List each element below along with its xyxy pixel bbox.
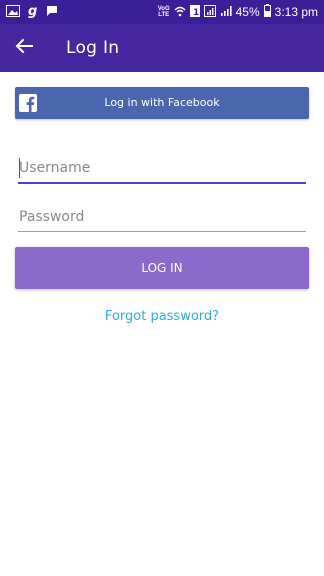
- password-field-container: [18, 204, 306, 232]
- status-time: 3:13 pm: [274, 5, 318, 19]
- message-notification-icon: [46, 5, 58, 20]
- page-title: Log In: [66, 38, 120, 58]
- username-field-container: [18, 155, 306, 184]
- password-underline: [18, 231, 306, 232]
- status-bar: g VoG LTE 1 45% 3:13 pm: [0, 0, 324, 24]
- forgot-password-link[interactable]: Forgot password?: [0, 309, 324, 324]
- username-input[interactable]: [18, 155, 306, 181]
- battery-icon: [263, 4, 271, 20]
- volte-bottom-label: LTE: [158, 12, 170, 18]
- password-input[interactable]: [18, 204, 306, 230]
- gallery-notification-icon: [6, 4, 20, 20]
- text-cursor: [19, 158, 20, 178]
- status-left-icons: g: [6, 3, 58, 21]
- signal-box-icon: [203, 4, 216, 20]
- svg-text:g: g: [28, 4, 37, 18]
- back-button[interactable]: [10, 34, 38, 62]
- sim-one-icon: 1: [189, 4, 200, 20]
- battery-percent: 45%: [235, 5, 260, 19]
- svg-text:1: 1: [193, 8, 199, 17]
- signal-strength-icon: [220, 5, 232, 20]
- volte-indicator: VoG LTE: [158, 6, 170, 18]
- arrow-back-icon: [15, 38, 33, 58]
- g-app-notification-icon: g: [28, 4, 38, 21]
- app-bar: Log In: [0, 24, 324, 72]
- facebook-login-button[interactable]: Log in with Facebook: [15, 87, 309, 119]
- username-underline: [18, 182, 306, 184]
- facebook-login-label: Log in with Facebook: [104, 96, 220, 109]
- status-right-icons: VoG LTE 1 45% 3:13 pm: [158, 3, 318, 21]
- login-button[interactable]: LOG IN: [15, 247, 309, 289]
- wifi-icon: [174, 5, 186, 20]
